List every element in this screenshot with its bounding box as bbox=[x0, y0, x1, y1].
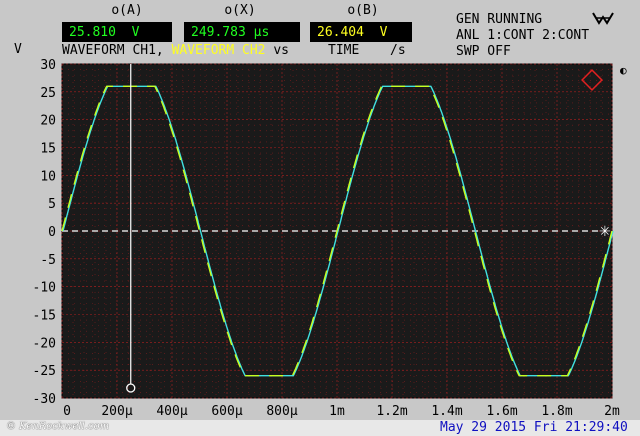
y-tick-label: -10 bbox=[33, 281, 56, 296]
footer-bar: © KenRockwell.com May 29 2015 Fri 21:29:… bbox=[0, 420, 640, 436]
x-tick-label: 0 bbox=[63, 404, 71, 419]
x-tick-label: 200μ bbox=[101, 404, 132, 419]
y-tick-label: 20 bbox=[40, 114, 56, 129]
y-tick-label: -25 bbox=[33, 364, 56, 379]
y-tick-label: 10 bbox=[40, 169, 56, 184]
oscilloscope-plot[interactable]: 30 25 20 15 10 5 0 -5 -10 -15 -20 -25 -30 0 200μ 400μ 60… bbox=[0, 0, 640, 420]
x-tick-label: 800μ bbox=[266, 404, 297, 419]
y-tick-label: -20 bbox=[33, 336, 56, 351]
x-tick-label: 400μ bbox=[156, 404, 187, 419]
x-tick-label: 1.6m bbox=[486, 404, 517, 419]
side-marker-icon: ◐ bbox=[620, 64, 627, 77]
footer-datetime: May 29 2015 Fri 21:29:40 bbox=[440, 420, 628, 435]
x-tick-label: 1.8m bbox=[541, 404, 572, 419]
y-tick-label: 30 bbox=[40, 58, 56, 73]
y-tick-label: 0 bbox=[48, 225, 56, 240]
y-tick-label: -5 bbox=[40, 253, 56, 268]
y-tick-label: 15 bbox=[40, 142, 56, 157]
x-tick-label: 1.2m bbox=[376, 404, 407, 419]
x-tick-label: 600μ bbox=[211, 404, 242, 419]
x-tick-label: 2m bbox=[604, 404, 620, 419]
y-tick-label: 5 bbox=[48, 197, 56, 212]
x-tick-label: 1.4m bbox=[431, 404, 462, 419]
x-tick-label: 1m bbox=[329, 404, 345, 419]
y-tick-label: -30 bbox=[33, 392, 56, 407]
y-tick-label: 25 bbox=[40, 86, 56, 101]
watermark: © KenRockwell.com bbox=[6, 421, 110, 432]
zero-marker-icon: ✳ bbox=[599, 224, 611, 240]
y-tick-label: -15 bbox=[33, 309, 56, 324]
